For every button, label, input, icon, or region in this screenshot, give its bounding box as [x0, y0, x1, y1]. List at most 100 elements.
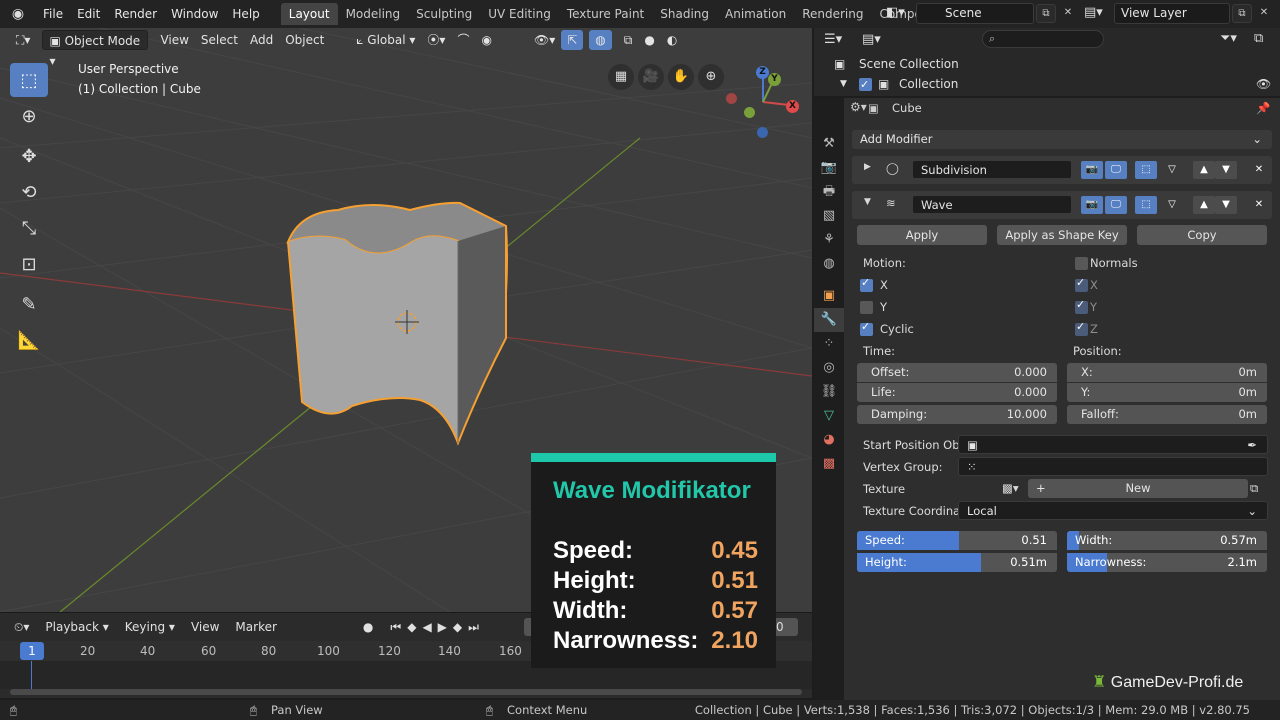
- editor-type-icon[interactable]: ⛶▾: [10, 30, 36, 50]
- tab-texture-paint[interactable]: Texture Paint: [559, 3, 652, 25]
- outliner-search-input[interactable]: ⌕: [982, 30, 1104, 48]
- apply-button[interactable]: Apply: [857, 225, 987, 245]
- view-layer-selector-icon[interactable]: ▤▾: [1084, 5, 1114, 20]
- zoom-icon[interactable]: ⊕: [698, 64, 724, 90]
- menu-render[interactable]: Render: [107, 7, 164, 21]
- viewport-toggle-icon[interactable]: 🖵: [1105, 196, 1127, 214]
- gizmo-x-axis[interactable]: X: [786, 100, 799, 113]
- gizmo-neg-x[interactable]: [726, 93, 737, 104]
- view-layer-name-field[interactable]: View Layer: [1114, 3, 1230, 24]
- narrowness-slider[interactable]: Narrowness: 2.1m: [1067, 553, 1267, 572]
- copy-button[interactable]: Copy: [1137, 225, 1267, 245]
- width-slider[interactable]: Width: 0.57m: [1067, 531, 1267, 550]
- outliner-editor-type-icon[interactable]: ☰▾: [824, 32, 842, 47]
- material-icon[interactable]: ◕: [814, 428, 844, 452]
- shading-solid-icon[interactable]: ●: [638, 30, 660, 50]
- move-down-icon[interactable]: ▼: [1215, 161, 1237, 179]
- world-icon[interactable]: ◍: [814, 252, 844, 276]
- position-y-field[interactable]: Y: 0m: [1067, 383, 1267, 402]
- normals-y-checkbox[interactable]: [1075, 298, 1088, 314]
- visibility-icon[interactable]: 👁▾: [528, 30, 561, 50]
- render-toggle-icon[interactable]: 📷: [1081, 196, 1103, 214]
- gizmo-toggle-icon[interactable]: ⇱: [561, 30, 584, 50]
- jump-keyframe-back-icon[interactable]: ◆: [404, 620, 419, 634]
- position-x-field[interactable]: X: 0m: [1067, 363, 1267, 382]
- tab-animation[interactable]: Animation: [717, 3, 794, 25]
- remove-scene-icon[interactable]: ✕: [1058, 4, 1078, 23]
- display-mode-icon[interactable]: ▤▾: [862, 32, 881, 47]
- constraints-icon[interactable]: ⛓: [814, 380, 844, 404]
- modifier-name-field[interactable]: Wave: [912, 195, 1072, 214]
- gizmo-y-axis[interactable]: Y: [768, 73, 781, 86]
- texture-new-button[interactable]: + New: [1028, 479, 1248, 498]
- collection-checkbox[interactable]: [859, 75, 872, 95]
- remove-view-layer-icon[interactable]: ✕: [1254, 4, 1274, 23]
- texture-coords-dropdown[interactable]: Local ⌄: [958, 501, 1268, 520]
- mode-dropdown[interactable]: ▣ Object Mode ▾: [42, 30, 149, 68]
- editmode-toggle-icon[interactable]: ⬚: [1135, 161, 1157, 179]
- damping-field[interactable]: Damping: 10.000: [857, 405, 1057, 424]
- normals-checkbox[interactable]: [1075, 257, 1088, 270]
- motion-y-checkbox[interactable]: [860, 301, 873, 314]
- modifier-wrench-icon[interactable]: 🔧: [814, 308, 844, 332]
- snap-icon[interactable]: ⌒: [451, 30, 475, 50]
- scene-name-field[interactable]: Scene: [916, 3, 1034, 24]
- timeline-menu-keying[interactable]: Keying ▾: [117, 620, 183, 634]
- outliner-row-collection[interactable]: ▼ ▣ Collection 👁: [814, 74, 1280, 95]
- eye-visibility-icon[interactable]: 👁: [1256, 74, 1271, 94]
- menu-file[interactable]: File: [36, 7, 70, 21]
- apply-shape-key-button[interactable]: Apply as Shape Key: [997, 225, 1127, 245]
- orientation-dropdown[interactable]: ⟀ Global ▾: [350, 30, 421, 50]
- transform-icon[interactable]: ⊡: [10, 247, 48, 281]
- object-icon[interactable]: ▣: [814, 284, 844, 308]
- texture-settings-icon[interactable]: ⧉: [1250, 481, 1258, 496]
- cage-toggle-icon[interactable]: ▽: [1161, 196, 1183, 214]
- falloff-field[interactable]: Falloff: 0m: [1067, 405, 1267, 424]
- play-reverse-icon[interactable]: ◀: [419, 620, 434, 634]
- timeline-menu-marker[interactable]: Marker: [227, 620, 284, 634]
- remove-modifier-icon[interactable]: ✕: [1248, 161, 1270, 179]
- filter-icon[interactable]: ⏷▾: [1220, 31, 1237, 46]
- play-icon[interactable]: ▶: [435, 620, 450, 634]
- motion-x-checkbox[interactable]: [860, 276, 873, 292]
- remove-modifier-icon[interactable]: ✕: [1248, 196, 1270, 214]
- tab-sculpting[interactable]: Sculpting: [408, 3, 480, 25]
- blender-logo-icon[interactable]: ◉: [0, 6, 36, 22]
- offset-field[interactable]: Offset: 0.000: [857, 363, 1057, 382]
- cyclic-checkbox[interactable]: [860, 320, 873, 336]
- cursor-icon[interactable]: ⊕: [10, 99, 48, 133]
- annotate-icon[interactable]: ✎: [10, 287, 48, 321]
- start-position-field[interactable]: ▣ ✒: [958, 435, 1268, 454]
- viewport-menu-object[interactable]: Object: [279, 30, 330, 50]
- eyedropper-icon[interactable]: ✒: [1247, 436, 1257, 455]
- timeline-menu-view[interactable]: View: [183, 620, 227, 634]
- xray-icon[interactable]: ⧉: [618, 30, 639, 50]
- select-box-icon[interactable]: ⬚: [10, 63, 48, 97]
- timeline-scrollbar[interactable]: [10, 689, 802, 695]
- properties-editor-type-icon[interactable]: ⚙▾: [850, 100, 867, 114]
- tab-uv-editing[interactable]: UV Editing: [480, 3, 559, 25]
- gizmo-neg-z[interactable]: [757, 127, 768, 138]
- tool-settings-icon[interactable]: ⚒: [814, 132, 844, 156]
- vertex-group-field[interactable]: ⁙: [958, 457, 1268, 476]
- scene-icon[interactable]: ⚘: [814, 228, 844, 252]
- pivot-icon[interactable]: ⦿▾: [421, 30, 451, 50]
- camera-view-icon[interactable]: 🎥: [638, 64, 664, 90]
- viewport-menu-select[interactable]: Select: [195, 30, 244, 50]
- cage-toggle-icon[interactable]: ▽: [1161, 161, 1183, 179]
- gizmo-z-axis[interactable]: Z: [756, 66, 769, 79]
- record-icon[interactable]: ●: [355, 620, 381, 634]
- jump-end-icon[interactable]: ⏭: [465, 620, 482, 635]
- overlay-toggle-icon[interactable]: ◍: [589, 30, 612, 50]
- texture-icon[interactable]: ▩: [814, 452, 844, 476]
- editmode-toggle-icon[interactable]: ⬚: [1135, 196, 1157, 214]
- expand-arrow-icon[interactable]: ▶: [864, 162, 871, 172]
- normals-x-checkbox[interactable]: [1075, 276, 1088, 292]
- timeline-editor-type-icon[interactable]: ⏲▾: [6, 620, 37, 635]
- expand-arrow-icon[interactable]: ▼: [840, 74, 847, 94]
- gizmo-neg-y[interactable]: [744, 107, 755, 118]
- menu-window[interactable]: Window: [164, 7, 225, 21]
- viewport-menu-add[interactable]: Add: [244, 30, 279, 50]
- collapse-arrow-icon[interactable]: ▼: [864, 197, 871, 207]
- render-icon[interactable]: 📷: [814, 156, 844, 180]
